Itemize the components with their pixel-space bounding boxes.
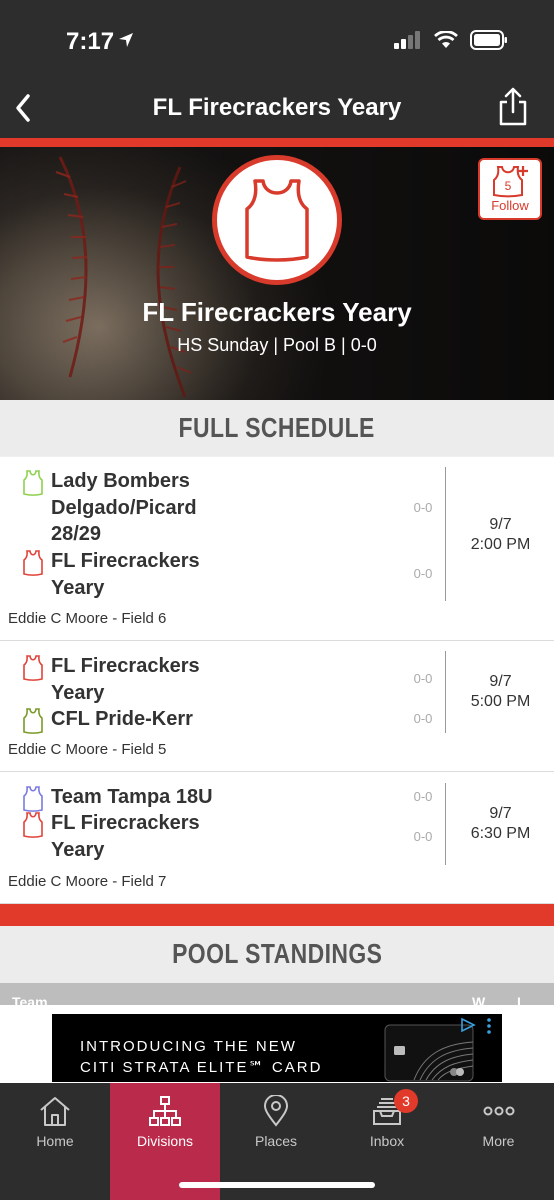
follow-jersey-plus-icon: 5: [493, 166, 528, 198]
jersey-icon: [23, 470, 43, 496]
game-team-2: CFL Pride-Kerr: [22, 706, 251, 734]
team-record: 0-0: [413, 671, 433, 686]
jersey-icon: [23, 812, 43, 838]
game-row[interactable]: FL Firecrackers Yeary CFL Pride-Kerr 0-0…: [0, 641, 554, 772]
tab-more[interactable]: More: [443, 1083, 554, 1200]
location-arrow-icon: [119, 33, 133, 47]
page-title: FL Firecrackers Yeary: [152, 94, 402, 121]
hero-team-name: FL Firecrackers Yeary: [142, 297, 412, 327]
follow-button[interactable]: 5 Follow: [478, 158, 542, 220]
status-icons: [394, 30, 508, 50]
game-team-2: FL Firecrackers Yeary: [22, 810, 251, 863]
ad-menu-icon[interactable]: [484, 1017, 494, 1035]
ad-choices-icon[interactable]: [458, 1016, 478, 1034]
tab-label: Inbox: [369, 1133, 405, 1149]
ad-line-1: INTRODUCING THE NEW: [80, 1038, 297, 1055]
row-divider: [445, 783, 446, 865]
game-field: Eddie C Moore - Field 5: [8, 741, 167, 758]
game-time: 6:30 PM: [470, 825, 531, 842]
game-row[interactable]: Team Tampa 18U FL Firecrackers Yeary 0-0…: [0, 772, 554, 904]
team-record: 0-0: [413, 566, 433, 581]
game-date: 9/7: [489, 516, 512, 533]
follow-label: Follow: [491, 198, 529, 213]
wifi-icon: [434, 31, 458, 48]
team-record: 0-0: [413, 500, 433, 515]
jersey-icon: [23, 708, 43, 734]
jersey-icon: [23, 786, 43, 812]
home-indicator: [179, 1182, 375, 1188]
game-time: 2:00 PM: [470, 536, 531, 553]
tab-label: Home: [36, 1133, 74, 1149]
svg-text:5: 5: [505, 179, 512, 193]
ad-line-2: CITI STRATA ELITE℠ CARD: [80, 1059, 323, 1076]
tab-label: Places: [254, 1133, 298, 1149]
ad-banner[interactable]: INTRODUCING THE NEW CITI STRATA ELITE℠ C…: [52, 1014, 502, 1082]
team-record: 0-0: [413, 711, 433, 726]
team-record: 0-0: [413, 829, 433, 844]
team-hero: 5 Follow FL Firecrackers Yeary HS Sunday…: [0, 147, 554, 400]
team-name: FL Firecrackers Yeary: [51, 655, 200, 704]
team-name: Lady Bombers Delgado/Picard 28/29: [51, 470, 197, 545]
game-row[interactable]: Lady Bombers Delgado/Picard 28/29 FL Fir…: [0, 457, 554, 641]
standings-header: POOL STANDINGS: [0, 926, 554, 983]
accent-strip: [0, 138, 554, 147]
more-dots-icon: [483, 1106, 514, 1116]
ad-text: INTRODUCING THE NEW CITI STRATA ELITE℠ C…: [80, 1036, 322, 1078]
signal-icon: [394, 31, 420, 49]
game-time: 5:00 PM: [470, 693, 531, 710]
team-logo: [212, 155, 342, 285]
status-bar: 7:17: [0, 0, 554, 80]
tab-label: More: [482, 1133, 515, 1149]
tab-label: Divisions: [136, 1133, 193, 1149]
home-icon: [40, 1097, 70, 1126]
game-team-1: Lady Bombers Delgado/Picard 28/29: [22, 468, 251, 548]
share-icon[interactable]: [496, 86, 530, 126]
team-name: FL Firecrackers Yeary: [51, 550, 200, 599]
team-name: Team Tampa 18U: [51, 786, 213, 808]
schedule-header: FULL SCHEDULE: [0, 400, 554, 456]
jersey-icon: [245, 179, 309, 262]
game-team-1: Team Tampa 18U: [22, 784, 251, 812]
team-name: CFL Pride-Kerr: [51, 708, 193, 730]
game-team-2: FL Firecrackers Yeary: [22, 548, 251, 601]
standings-column-header: Team W L: [0, 983, 554, 1010]
jersey-icon: [23, 550, 43, 576]
game-team-1: FL Firecrackers Yeary: [22, 653, 251, 706]
section-divider-band: [0, 904, 554, 926]
standings-header-label: POOL STANDINGS: [171, 938, 383, 969]
navbar: FL Firecrackers Yeary: [0, 80, 554, 138]
battery-icon: [470, 30, 507, 50]
row-divider: [445, 467, 446, 601]
team-record: 0-0: [413, 789, 433, 804]
hero-subtitle: HS Sunday | Pool B | 0-0: [177, 335, 377, 355]
row-divider: [445, 651, 446, 733]
jersey-icon: [23, 655, 43, 681]
game-date: 9/7: [489, 805, 512, 822]
schedule-header-label: FULL SCHEDULE: [178, 412, 376, 443]
hierarchy-icon: [149, 1096, 181, 1126]
game-field: Eddie C Moore - Field 7: [8, 873, 167, 890]
tab-home[interactable]: Home: [0, 1083, 110, 1200]
game-date: 9/7: [489, 673, 512, 690]
inbox-badge: 3: [394, 1089, 418, 1113]
ad-banner-area: INTRODUCING THE NEW CITI STRATA ELITE℠ C…: [0, 1005, 554, 1083]
map-pin-icon: [263, 1095, 289, 1127]
status-time: 7:17: [66, 28, 115, 55]
team-name: FL Firecrackers Yeary: [51, 812, 200, 861]
game-field: Eddie C Moore - Field 6: [8, 610, 167, 627]
